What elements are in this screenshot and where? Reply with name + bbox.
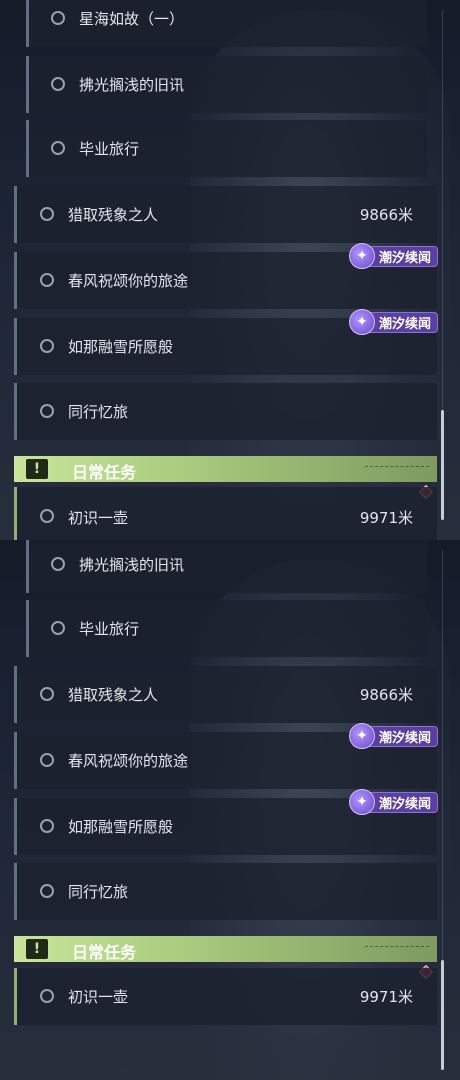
circle-outline-icon (40, 273, 54, 287)
circle-outline-icon (40, 404, 54, 418)
circle-outline-icon (40, 884, 54, 898)
quest-item-bar (14, 863, 17, 920)
circle-outline-icon (51, 621, 65, 635)
section-title: 日常任务 (72, 463, 137, 482)
quest-item-label: 星海如故（一） (79, 10, 185, 28)
quest-item-label: 拂光搁浅的旧讯 (79, 76, 185, 94)
circle-outline-icon (40, 509, 54, 523)
quest-item-label: 如那融雪所愿般 (68, 818, 174, 836)
tide-sequel-badge: ✦ 潮汐续闻 (348, 309, 438, 335)
quest-item-bar (14, 487, 17, 540)
quest-item-bar (14, 968, 17, 1025)
circle-outline-icon (51, 557, 65, 571)
quest-item-bar (14, 798, 17, 855)
quest-item-bar (14, 666, 17, 723)
quest-item-bar (26, 120, 29, 177)
badge-label: 潮汐续闻 (378, 251, 431, 266)
quest-item-first-pot[interactable]: 初识一壶 9971米 (14, 487, 437, 540)
quest-item-brush-light[interactable]: 拂光搁浅的旧讯 (26, 540, 427, 593)
tide-sequel-badge: ✦ 潮汐续闻 (348, 789, 438, 815)
quest-item-label: 猎取残象之人 (68, 206, 159, 224)
badge-label: 潮汐续闻 (378, 317, 431, 332)
quest-distance: 9866米 (359, 686, 413, 704)
circle-outline-icon (51, 11, 65, 25)
quest-item-label: 毕业旅行 (79, 620, 140, 638)
quest-item-bar (14, 318, 17, 375)
quest-distance: 9971米 (359, 988, 413, 1006)
quest-item-label: 初识一壶 (68, 509, 129, 527)
exclamation-icon: ! (26, 459, 48, 479)
quest-item-bar (14, 252, 17, 309)
quest-list-panel-top: 星海如故（一） 拂光搁浅的旧讯 毕业旅行 猎取残象之人 9866米 春风祝颂你的… (0, 0, 460, 540)
quest-distance: 9971米 (359, 509, 413, 527)
quest-item-label: 拂光搁浅的旧讯 (79, 556, 185, 574)
tide-sparkle-icon: ✦ (348, 309, 375, 335)
scrollbar-thumb[interactable] (441, 410, 444, 520)
circle-outline-icon (40, 207, 54, 221)
quest-item-label: 春风祝颂你的旅途 (68, 752, 189, 770)
tide-sequel-badge: ✦ 潮汐续闻 (348, 243, 438, 269)
quest-item-bar (26, 540, 29, 593)
quest-item-bar (26, 600, 29, 657)
quest-list-panel-bottom: 拂光搁浅的旧讯 毕业旅行 猎取残象之人 9866米 春风祝颂你的旅途 ✦ 潮汐续… (0, 540, 460, 1080)
quest-item-bar (14, 732, 17, 789)
quest-item-together[interactable]: 同行忆旅 (14, 383, 437, 440)
exclamation-icon: ! (26, 939, 48, 959)
quest-item-label: 毕业旅行 (79, 140, 140, 158)
tide-sequel-badge: ✦ 潮汐续闻 (348, 723, 438, 749)
quest-item-label: 同行忆旅 (68, 403, 129, 421)
quest-item-first-pot[interactable]: 初识一壶 9971米 (14, 968, 437, 1025)
header-decoration (365, 946, 429, 951)
quest-distance: 9866米 (359, 206, 413, 224)
quest-item-bar (14, 383, 17, 440)
quest-item-label: 初识一壶 (68, 988, 129, 1006)
quest-item-brush-light[interactable]: 拂光搁浅的旧讯 (26, 56, 427, 113)
quest-item-bar (26, 0, 29, 47)
circle-outline-icon (40, 819, 54, 833)
quest-item-label: 同行忆旅 (68, 883, 129, 901)
quest-item-together[interactable]: 同行忆旅 (14, 863, 437, 920)
quest-item-grad-trip[interactable]: 毕业旅行 (26, 600, 427, 657)
quest-item-label: 如那融雪所愿般 (68, 338, 174, 356)
section-title: 日常任务 (72, 943, 137, 962)
quest-item-hunt[interactable]: 猎取残象之人 9866米 (14, 186, 437, 243)
quest-item-star-sea[interactable]: 星海如故（一） (26, 0, 427, 47)
circle-outline-icon (40, 687, 54, 701)
badge-label: 潮汐续闻 (378, 797, 431, 812)
tide-sparkle-icon: ✦ (348, 723, 375, 749)
circle-outline-icon (40, 753, 54, 767)
daily-tasks-header[interactable]: ! 日常任务 (14, 936, 437, 962)
header-decoration (365, 466, 429, 471)
quest-item-hunt[interactable]: 猎取残象之人 9866米 (14, 666, 437, 723)
quest-item-grad-trip[interactable]: 毕业旅行 (26, 120, 427, 177)
quest-item-label: 春风祝颂你的旅途 (68, 272, 189, 290)
circle-outline-icon (51, 141, 65, 155)
quest-item-bar (14, 186, 17, 243)
circle-outline-icon (51, 77, 65, 91)
circle-outline-icon (40, 339, 54, 353)
scrollbar-thumb[interactable] (441, 960, 444, 1070)
circle-outline-icon (40, 989, 54, 1003)
tide-sparkle-icon: ✦ (348, 243, 375, 269)
quest-item-label: 猎取残象之人 (68, 686, 159, 704)
tide-sparkle-icon: ✦ (348, 789, 375, 815)
quest-item-bar (26, 56, 29, 113)
badge-label: 潮汐续闻 (378, 731, 431, 746)
daily-tasks-header[interactable]: ! 日常任务 (14, 456, 437, 482)
